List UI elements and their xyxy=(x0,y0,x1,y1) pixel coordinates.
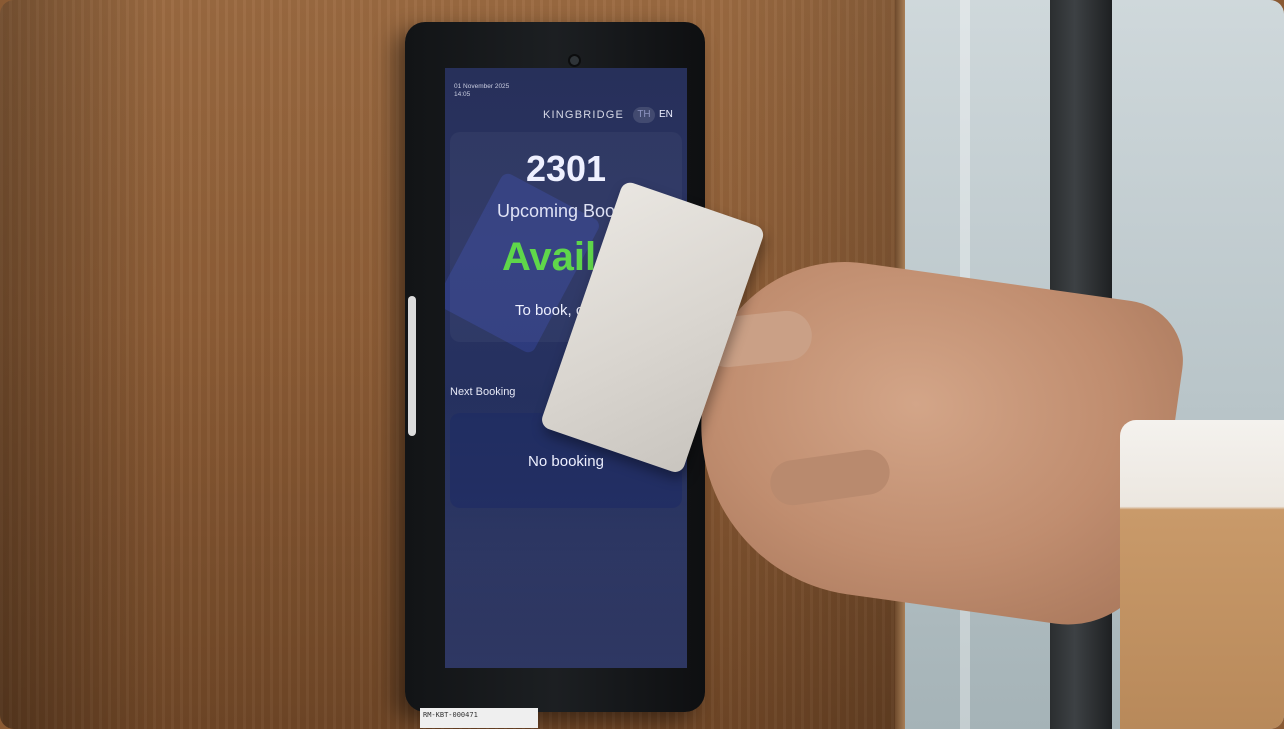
coffee-cup xyxy=(1120,420,1284,729)
lang-en-button[interactable]: EN xyxy=(659,107,673,123)
datetime: 01 November 2025 14:05 xyxy=(454,83,509,99)
time-text: 14:05 xyxy=(454,91,471,98)
brand-logo: KINGBRIDGE xyxy=(543,109,625,121)
tablet-side-button xyxy=(408,296,416,436)
asset-label-text: RM-KBT-000471 xyxy=(423,711,478,719)
room-number: 2301 xyxy=(525,148,607,189)
lang-th-button[interactable]: TH xyxy=(633,107,655,123)
photo-scene: 01 November 2025 14:05 KINGBRIDGE TH EN … xyxy=(0,0,1284,729)
date-text: 01 November 2025 xyxy=(454,83,510,90)
next-booking-label: Next Booking xyxy=(450,386,516,398)
camera-icon xyxy=(570,56,579,65)
